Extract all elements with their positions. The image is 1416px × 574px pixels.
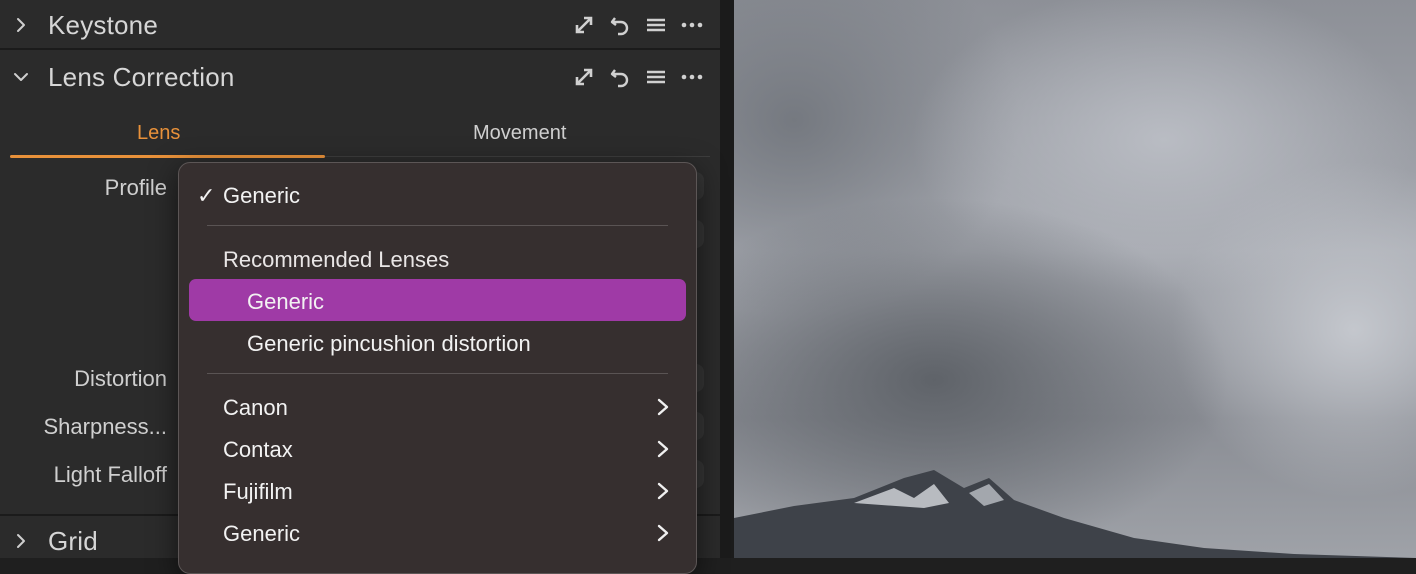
tab-movement[interactable]: Movement [473, 122, 566, 145]
menu-item-label: Canon [223, 395, 288, 420]
photo-viewer[interactable] [734, 0, 1416, 558]
menu-item-contax[interactable]: Contax [179, 429, 696, 469]
section-divider [0, 48, 720, 50]
menu-item-label: Generic [223, 183, 301, 208]
light-falloff-label: Light Falloff [53, 462, 167, 487]
menu-separator [207, 225, 668, 226]
more-icon[interactable] [680, 65, 704, 89]
section-header-lens-correction[interactable]: Lens Correction [0, 52, 720, 102]
menu-item-recommended-generic[interactable]: Generic [179, 281, 696, 321]
panel-splitter[interactable] [720, 0, 734, 558]
menu-item-generic-brand[interactable]: Generic [179, 513, 696, 553]
section-title-lens-correction: Lens Correction [48, 61, 235, 92]
profile-dropdown-menu: ✓ Generic Recommended Lenses Generic Gen… [178, 162, 697, 574]
chevron-right-icon[interactable] [12, 532, 30, 550]
section-header-keystone[interactable]: Keystone [0, 0, 720, 50]
menu-item-label: Generic [223, 521, 301, 546]
section-tools-keystone [572, 13, 704, 37]
expand-icon[interactable] [572, 13, 596, 37]
reset-icon[interactable] [608, 13, 632, 37]
menu-item-label: Fujifilm [223, 479, 293, 504]
reset-icon[interactable] [608, 65, 632, 89]
profile-label: Profile [104, 175, 167, 200]
mountain-silhouette [734, 470, 1416, 558]
submenu-arrow-icon [656, 481, 670, 501]
menu-item-canon[interactable]: Canon [179, 387, 696, 427]
expand-icon[interactable] [572, 65, 596, 89]
menu-item-generic-pincushion[interactable]: Generic pincushion distortion [179, 323, 696, 363]
list-icon[interactable] [644, 13, 668, 37]
menu-group-header-label: Recommended Lenses [223, 247, 450, 272]
menu-separator [207, 373, 668, 374]
section-tools-lens-correction [572, 65, 704, 89]
submenu-arrow-icon [656, 439, 670, 459]
tab-lens[interactable]: Lens [137, 122, 180, 145]
chevron-down-icon[interactable] [12, 68, 30, 86]
menu-item-label: Generic [247, 289, 325, 314]
active-tab-indicator [10, 155, 325, 158]
distortion-label: Distortion [74, 366, 167, 391]
section-title-grid: Grid [48, 525, 98, 556]
menu-item-selected-generic[interactable]: ✓ Generic [179, 175, 696, 215]
menu-item-fujifilm[interactable]: Fujifilm [179, 471, 696, 511]
chevron-right-icon[interactable] [12, 16, 30, 34]
menu-group-header: Recommended Lenses [179, 239, 696, 279]
menu-item-label: Generic pincushion distortion [247, 331, 531, 356]
list-icon[interactable] [644, 65, 668, 89]
lens-correction-tabs: Lens Movement [10, 112, 710, 158]
submenu-arrow-icon [656, 397, 670, 417]
more-icon[interactable] [680, 13, 704, 37]
checkmark-icon: ✓ [197, 183, 216, 208]
menu-item-label: Contax [223, 437, 293, 462]
submenu-arrow-icon [656, 523, 670, 543]
section-title-keystone: Keystone [48, 9, 159, 40]
sharpness-label: Sharpness... [43, 414, 167, 439]
